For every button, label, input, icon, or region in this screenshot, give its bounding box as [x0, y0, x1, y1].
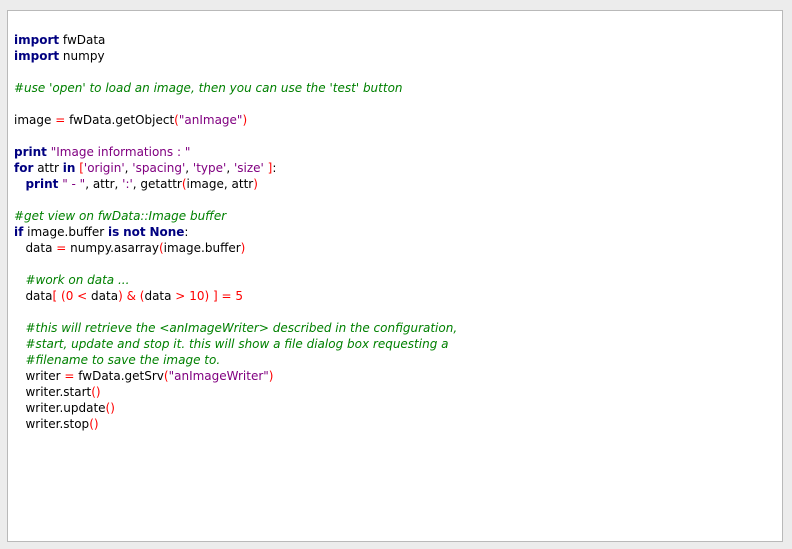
code-line: #filename to save the image to. [14, 352, 776, 368]
code-token: #start, update and stop it. this will sh… [25, 337, 449, 351]
code-token: writer.stop [14, 417, 90, 431]
code-token: numpy.asarray [66, 241, 159, 255]
code-token: for [14, 161, 34, 175]
code-token: "anImage" [178, 113, 243, 127]
code-token: = [221, 289, 232, 303]
code-line: import fwData [14, 32, 776, 48]
code-token: in [62, 161, 76, 175]
code-line: #this will retrieve the <anImageWriter> … [14, 320, 776, 336]
code-token: fwData.getSrv [74, 369, 164, 383]
code-token: writer.start [14, 385, 92, 399]
code-token: data [14, 289, 53, 303]
code-token: ] [209, 289, 218, 303]
code-token: : [184, 225, 189, 239]
code-token: writer [14, 369, 65, 383]
code-token: " - " [62, 177, 86, 191]
code-token: if [14, 225, 24, 239]
code-line: if image.buffer is not None: [14, 224, 776, 240]
code-token: fwData [59, 33, 106, 47]
code-token: 'origin' [83, 161, 125, 175]
code-token: () [105, 401, 115, 415]
code-token: is [107, 225, 120, 239]
code-line: writer.update() [14, 400, 776, 416]
code-token: data [144, 289, 176, 303]
code-token: = [64, 369, 75, 383]
code-token: < [77, 289, 88, 303]
code-token: data [14, 241, 57, 255]
code-token: , getattr [132, 177, 182, 191]
code-token: #this will retrieve the <anImageWriter> … [25, 321, 458, 335]
code-token: image.buffer [163, 241, 241, 255]
code-line: image = fwData.getObject("anImage") [14, 112, 776, 128]
code-token: ) [242, 113, 248, 127]
code-line: writer = fwData.getSrv("anImageWriter") [14, 368, 776, 384]
code-line: writer.stop() [14, 416, 776, 432]
code-token: ':' [122, 177, 133, 191]
code-token: import [14, 33, 60, 47]
code-line: data[ (0 < data) & (data > 10) ] = 5 [14, 288, 776, 304]
code-line: #work on data ... [14, 272, 776, 288]
code-editor[interactable]: import fwData import numpy #use 'open' to… [7, 10, 783, 542]
code-token: ) [253, 177, 258, 191]
code-token: 'size' [233, 161, 264, 175]
code-token: fwData.getObject [65, 113, 175, 127]
code-token: "anImageWriter" [168, 369, 269, 383]
code-line: print "Image informations : " [14, 144, 776, 160]
code-token: print [14, 145, 47, 159]
code-token: #get view on fwData::Image buffer [14, 209, 227, 223]
code-token: #filename to save the image to. [25, 353, 221, 367]
code-token: not [123, 225, 146, 239]
code-token: None [149, 225, 185, 239]
code-token: > [175, 289, 186, 303]
code-token: = [55, 113, 66, 127]
code-token: : [272, 161, 277, 175]
code-token: 'spacing' [132, 161, 186, 175]
code-token: image [14, 113, 56, 127]
code-token: & [126, 289, 136, 303]
code-token: , [226, 161, 234, 175]
code-token: , [185, 161, 193, 175]
code-token: () [91, 385, 101, 399]
code-line: #use 'open' to load an image, then you c… [14, 80, 776, 96]
code-token: writer.update [14, 401, 106, 415]
code-token: #work on data ... [25, 273, 130, 287]
code-text-area[interactable]: import fwData import numpy #use 'open' to… [14, 32, 776, 432]
code-token: attr [33, 161, 63, 175]
code-token: , attr, [85, 177, 123, 191]
code-line: data = numpy.asarray(image.buffer) [14, 240, 776, 256]
code-token: 10 [189, 289, 205, 303]
code-token: ) [240, 241, 246, 255]
code-token: 5 [235, 289, 244, 303]
code-token: #use 'open' to load an image, then you c… [14, 81, 403, 95]
code-token: 'type' [192, 161, 227, 175]
code-line: print " - ", attr, ':', getattr(image, a… [14, 176, 776, 192]
code-token: data [87, 289, 119, 303]
code-token: = [56, 241, 67, 255]
code-token: image, attr [186, 177, 254, 191]
code-token: import [14, 49, 60, 63]
code-line: #get view on fwData::Image buffer [14, 208, 776, 224]
code-token: "Image informations : " [50, 145, 191, 159]
code-line: for attr in ['origin', 'spacing', 'type'… [14, 160, 776, 176]
code-token: ) [268, 369, 274, 383]
code-line: #start, update and stop it. this will sh… [14, 336, 776, 352]
code-token: () [89, 417, 99, 431]
code-line: writer.start() [14, 384, 776, 400]
code-token: image.buffer [23, 225, 108, 239]
code-token: print [25, 177, 59, 191]
code-line: import numpy [14, 48, 776, 64]
code-token: numpy [59, 49, 105, 63]
